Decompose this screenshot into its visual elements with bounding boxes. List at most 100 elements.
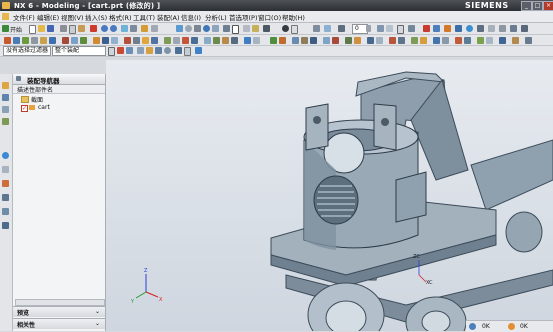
- menu-file[interactable]: 文件(F): [13, 12, 35, 22]
- feature-icon-34[interactable]: [345, 37, 352, 44]
- feature-icon-10[interactable]: [93, 37, 100, 44]
- clip-icon[interactable]: [386, 25, 393, 32]
- feature-icon-22[interactable]: [213, 37, 220, 44]
- snap-point-icon[interactable]: [175, 47, 182, 54]
- select-all-icon[interactable]: [117, 47, 124, 54]
- feature-icon-30[interactable]: [301, 37, 308, 44]
- feature-icon-35[interactable]: [354, 37, 361, 44]
- menu-insert[interactable]: 插入(S): [85, 12, 107, 22]
- menu-format[interactable]: 格式(R): [109, 12, 132, 22]
- snap-icon[interactable]: [130, 25, 137, 32]
- feature-icon-41[interactable]: [420, 37, 427, 44]
- menu-edit[interactable]: 编辑(E): [37, 12, 59, 22]
- zoom-icon[interactable]: [185, 25, 192, 32]
- display-mode-icon[interactable]: [338, 25, 345, 32]
- feature-icon-47[interactable]: [486, 37, 493, 44]
- feature-icon-24[interactable]: [231, 37, 238, 44]
- web-browser-tab-icon[interactable]: [2, 152, 9, 159]
- roles-tab-icon[interactable]: [2, 208, 9, 215]
- column-header[interactable]: 描述性部件名: [13, 85, 105, 94]
- pan-icon[interactable]: [194, 25, 201, 32]
- pin-icon[interactable]: [16, 76, 21, 81]
- maximize-button[interactable]: □: [532, 1, 543, 11]
- task-icon-1[interactable]: [469, 323, 476, 330]
- sketch-icon[interactable]: [444, 25, 451, 32]
- dependencies-panel-header[interactable]: 相关性 ⌄: [13, 318, 105, 329]
- feature-icon-50[interactable]: [525, 37, 532, 44]
- feature-icon-33[interactable]: [332, 37, 339, 44]
- feature-icon-23[interactable]: [222, 37, 229, 44]
- feature-icon-27[interactable]: [270, 37, 277, 44]
- paste-icon[interactable]: [78, 25, 85, 32]
- feature-icon-48[interactable]: [499, 37, 506, 44]
- cut-icon[interactable]: [60, 25, 67, 32]
- feature-icon-49[interactable]: [512, 37, 519, 44]
- navigator-scrollbar[interactable]: [15, 299, 105, 306]
- start-icon[interactable]: [2, 25, 9, 32]
- feature-icon-3[interactable]: [22, 37, 29, 44]
- undo-icon[interactable]: [101, 25, 108, 32]
- app-menu-icon[interactable]: [2, 13, 9, 20]
- feature-icon-21[interactable]: [204, 37, 211, 44]
- feature-icon-43[interactable]: [442, 37, 449, 44]
- select-icon[interactable]: [423, 25, 430, 32]
- feature-icon-18[interactable]: [173, 37, 180, 44]
- display-icon[interactable]: [121, 25, 128, 32]
- graphics-window[interactable]: ZC XC Z X Y: [106, 60, 553, 331]
- reuse-library-tab-icon[interactable]: [2, 118, 9, 125]
- feature-icon-16[interactable]: [151, 37, 158, 44]
- model-view[interactable]: ZC XC Z X Y: [106, 60, 553, 331]
- feature-icon-13[interactable]: [124, 37, 131, 44]
- task-icon-2[interactable]: [508, 323, 515, 330]
- chevron-down-icon[interactable]: ⌄: [95, 308, 100, 315]
- feature-icon-11[interactable]: [102, 37, 109, 44]
- history-icon[interactable]: [488, 25, 495, 32]
- face-rule-icon[interactable]: [137, 47, 144, 54]
- feature-icon-8[interactable]: [71, 37, 78, 44]
- feature-icon-1[interactable]: [4, 37, 11, 44]
- layer-icon[interactable]: [243, 25, 250, 32]
- feature-icon-37[interactable]: [376, 37, 383, 44]
- minimize-button[interactable]: _: [521, 1, 532, 11]
- menu-assembly[interactable]: 装配(A): [157, 12, 180, 22]
- redo-icon[interactable]: [110, 25, 117, 32]
- fit-view-icon[interactable]: [176, 25, 183, 32]
- delete-icon[interactable]: [90, 25, 97, 32]
- process-studio-tab-icon[interactable]: [2, 194, 9, 201]
- feature-icon-26[interactable]: [253, 37, 260, 44]
- camera-icon[interactable]: [263, 25, 270, 32]
- view-orient-icon[interactable]: [282, 25, 289, 32]
- feature-icon-19[interactable]: [182, 37, 189, 44]
- analysis-icon[interactable]: [433, 25, 440, 32]
- menu-tools[interactable]: 工具(T): [133, 12, 155, 22]
- menu-preferences[interactable]: 首选项(P): [229, 12, 258, 22]
- chevron-down-icon[interactable]: ⌄: [95, 320, 100, 327]
- zoom-dropdown-icon[interactable]: [366, 25, 371, 32]
- curve-rule-icon[interactable]: [126, 47, 133, 54]
- tree-item-cart[interactable]: ✓ cart: [17, 104, 103, 112]
- settings-icon[interactable]: [521, 25, 528, 32]
- feature-icon-12[interactable]: [111, 37, 118, 44]
- shaded-icon[interactable]: [223, 25, 230, 32]
- part-navigator-tab-icon[interactable]: [2, 106, 9, 113]
- feature-icon-40[interactable]: [411, 37, 418, 44]
- snap-center-icon[interactable]: [164, 47, 171, 54]
- feature-icon-36[interactable]: [367, 37, 374, 44]
- feature-icon-25[interactable]: [244, 37, 251, 44]
- rotate-icon[interactable]: [203, 25, 210, 32]
- fill-color-icon[interactable]: [291, 25, 298, 34]
- tree-item-section[interactable]: 截面: [17, 95, 103, 104]
- feature-icon-2[interactable]: [13, 37, 20, 44]
- system-scenes-tab-icon[interactable]: [2, 222, 9, 229]
- link-icon[interactable]: [510, 25, 517, 32]
- constraint-icon[interactable]: [455, 25, 462, 32]
- feature-icon-6[interactable]: [49, 37, 56, 44]
- checkbox-checked-icon[interactable]: ✓: [21, 105, 28, 112]
- preview-panel-header[interactable]: 预览 ⌄: [13, 306, 105, 317]
- feature-icon-7[interactable]: [62, 37, 69, 44]
- selection-scope-select[interactable]: 整个装配: [52, 46, 106, 56]
- task-item-2[interactable]: 0K: [520, 323, 528, 330]
- menu-view[interactable]: 视图(V): [61, 12, 84, 22]
- feature-icon-44[interactable]: [455, 37, 462, 44]
- menu-help[interactable]: 帮助(H): [282, 12, 305, 22]
